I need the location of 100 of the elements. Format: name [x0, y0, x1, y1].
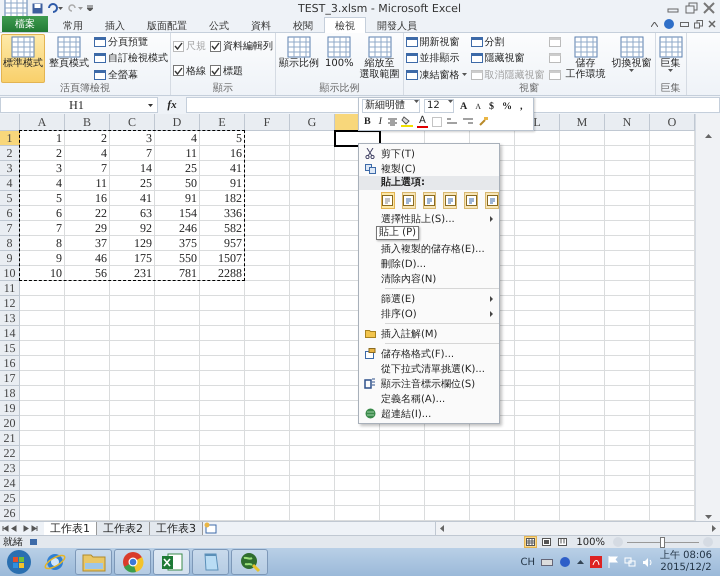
row-header[interactable]: 21: [0, 431, 20, 446]
sheet-tab[interactable]: 工作表2: [97, 522, 150, 535]
ribbon-button[interactable]: 100%: [323, 34, 356, 83]
menu-item[interactable]: 複製(C): [359, 161, 499, 176]
menu-item[interactable]: 篩選(E): [359, 291, 499, 306]
menu-item[interactable]: 選擇性貼上(S)...: [359, 211, 499, 226]
ribbon-tab[interactable]: 插入: [94, 17, 136, 33]
column-header[interactable]: C: [110, 114, 155, 131]
decrease-decimal-icon[interactable]: [462, 117, 474, 126]
font-color-button[interactable]: A: [417, 116, 428, 128]
bold-button[interactable]: B: [362, 116, 373, 128]
ribbon-tab[interactable]: 常用: [52, 17, 94, 33]
number-format-button[interactable]: $: [487, 100, 496, 112]
number-format-button[interactable]: %: [500, 100, 514, 112]
row-header[interactable]: 4: [0, 176, 20, 191]
menu-item[interactable]: 顯示注音標示欄位(S): [359, 376, 499, 391]
restore-icon[interactable]: [694, 20, 703, 28]
clock[interactable]: 上午 08:06 2015/12/2: [660, 550, 712, 574]
sheet-tab[interactable]: 工作表3: [150, 522, 203, 535]
paste-option-button[interactable]: [381, 192, 395, 209]
row-header[interactable]: 11: [0, 281, 20, 296]
row-header[interactable]: 2: [0, 146, 20, 161]
menu-item[interactable]: 儲存格格式(F)...: [359, 346, 499, 361]
menu-item[interactable]: 從下拉式清單挑選(K)...: [359, 361, 499, 376]
row-header[interactable]: 20: [0, 416, 20, 431]
row-header[interactable]: 10: [0, 266, 20, 281]
restore-icon[interactable]: [684, 2, 698, 14]
ribbon-tab[interactable]: 公式: [198, 17, 240, 33]
keyboard-icon[interactable]: [541, 558, 553, 566]
row-header[interactable]: 15: [0, 341, 20, 356]
ribbon-button[interactable]: 標準模式: [1, 34, 45, 83]
font-field[interactable]: 新細明體: [362, 99, 420, 114]
name-box[interactable]: H1: [0, 97, 158, 113]
column-header[interactable]: M: [560, 114, 605, 131]
zoom-slider-thumb[interactable]: [660, 536, 665, 548]
paste-option-button[interactable]: [443, 192, 458, 209]
ribbon-checkbox[interactable]: 格線: [173, 63, 206, 78]
paste-option-button[interactable]: [402, 192, 416, 209]
row-header[interactable]: 26: [0, 506, 20, 521]
vertical-scrollbar[interactable]: [695, 114, 720, 521]
insert-sheet-icon[interactable]: [203, 522, 219, 535]
taskbar-button[interactable]: [114, 549, 151, 575]
row-header[interactable]: 12: [0, 296, 20, 311]
row-header[interactable]: 23: [0, 461, 20, 476]
column-header[interactable]: B: [65, 114, 110, 131]
view-button[interactable]: [556, 536, 570, 548]
ribbon-button[interactable]: 儲存 工作環境: [564, 34, 608, 83]
column-header[interactable]: F: [245, 114, 290, 131]
scroll-left-icon[interactable]: [440, 525, 444, 532]
scroll-down-icon[interactable]: [704, 515, 712, 519]
view-button[interactable]: [540, 536, 554, 548]
align-center-icon[interactable]: [388, 118, 398, 126]
ribbon-checkbox[interactable]: 標題: [210, 63, 273, 78]
ribbon-button[interactable]: 分割: [470, 34, 545, 50]
ribbon-button[interactable]: 隱藏視窗: [470, 50, 545, 66]
menu-item[interactable]: 定義名稱(A)...: [359, 391, 499, 406]
column-header[interactable]: G: [290, 114, 335, 131]
collapse-ribbon-icon[interactable]: [651, 22, 658, 26]
ribbon-checkbox[interactable]: 資料編輯列: [210, 38, 273, 54]
paste-option-button[interactable]: [464, 192, 478, 209]
scroll-right-icon[interactable]: [712, 525, 716, 532]
fill-color-icon[interactable]: [401, 116, 414, 128]
ribbon-button[interactable]: 並排顯示: [406, 50, 467, 66]
insert-function-button[interactable]: fx: [161, 99, 183, 111]
row-header[interactable]: 8: [0, 236, 20, 251]
row-header[interactable]: 7: [0, 221, 20, 236]
row-header[interactable]: 14: [0, 326, 20, 341]
row-header[interactable]: 3: [0, 161, 20, 176]
format-painter-icon[interactable]: [478, 116, 488, 127]
taskbar-button[interactable]: [231, 549, 268, 575]
column-header[interactable]: O: [650, 114, 695, 131]
ribbon-button[interactable]: 全螢幕: [94, 67, 168, 82]
shrink-font-button[interactable]: A: [473, 102, 484, 111]
ribbon-button[interactable]: 分頁預覽: [94, 34, 168, 50]
zoom-level[interactable]: 100%: [576, 536, 605, 548]
menu-item[interactable]: 插入註解(M): [359, 326, 499, 341]
row-header[interactable]: 25: [0, 491, 20, 506]
ribbon-tab[interactable]: 檢視: [324, 17, 366, 33]
row-header[interactable]: 19: [0, 401, 20, 416]
ribbon-button[interactable]: 凍結窗格: [406, 67, 467, 82]
row-header[interactable]: 17: [0, 371, 20, 386]
menu-item[interactable]: 清除內容(N): [359, 271, 499, 286]
sheet-tab[interactable]: 工作表1: [44, 522, 97, 535]
column-header[interactable]: A: [20, 114, 65, 131]
row-header[interactable]: 9: [0, 251, 20, 266]
paste-option-button[interactable]: [422, 192, 436, 209]
row-header[interactable]: 6: [0, 206, 20, 221]
ribbon-button[interactable]: 自訂檢視模式: [94, 50, 168, 66]
record-macro-icon[interactable]: [29, 538, 38, 546]
start-button-icon[interactable]: [4, 549, 34, 575]
column-header[interactable]: N: [605, 114, 650, 131]
minimize-icon[interactable]: [680, 22, 689, 26]
ribbon-tab[interactable]: 校閱: [282, 17, 324, 33]
menu-item[interactable]: 排序(O): [359, 306, 499, 321]
ribbon-button[interactable]: 巨集: [656, 34, 685, 83]
undo-icon[interactable]: [47, 3, 63, 13]
ribbon-button[interactable]: 開新視窗: [406, 34, 467, 50]
row-header[interactable]: 1: [0, 131, 20, 146]
close-icon[interactable]: [708, 20, 716, 28]
language-indicator[interactable]: CH: [520, 556, 535, 568]
